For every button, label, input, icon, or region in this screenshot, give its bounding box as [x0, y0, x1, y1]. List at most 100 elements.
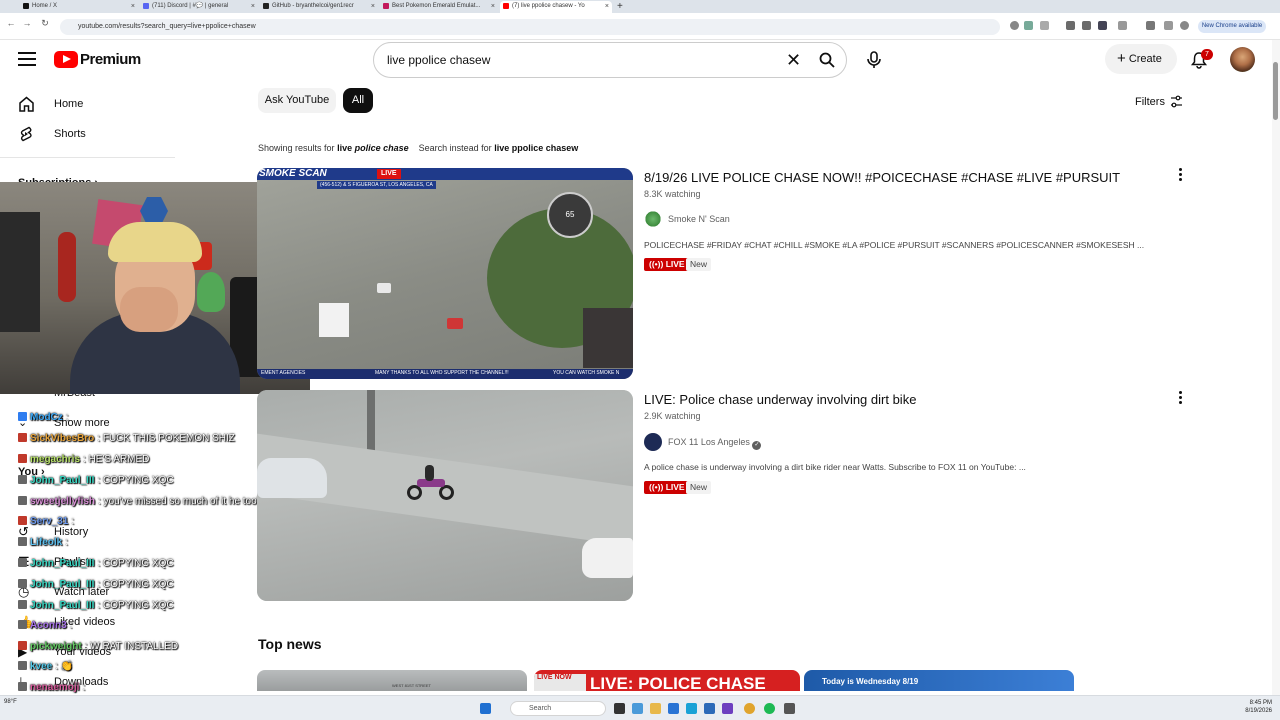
close-tab-icon[interactable]: ×	[131, 1, 135, 12]
file-explorer-icon[interactable]	[650, 703, 661, 714]
chrome-icon[interactable]	[744, 703, 755, 714]
bookmark-star-icon[interactable]	[1040, 21, 1049, 30]
new-tab-button[interactable]: +	[614, 1, 628, 13]
chat-message: ModCz:	[18, 412, 69, 423]
sidebar-item-home[interactable]: Home	[18, 93, 83, 115]
browser-tab-discord[interactable]: (711) Discord | #💬 | general ×	[140, 1, 258, 13]
corrected-query-link[interactable]: live police chase	[337, 143, 409, 153]
original-query-link[interactable]: live ppolice chasew	[494, 143, 578, 153]
app-icon[interactable]	[784, 703, 795, 714]
news-card[interactable]: Today is Wednesday 8/19	[804, 670, 1074, 691]
extension-icon[interactable]	[1098, 21, 1107, 30]
edge-icon[interactable]	[668, 703, 679, 714]
clear-search-icon[interactable]: ✕	[786, 51, 801, 69]
scrollbar-thumb[interactable]	[1273, 62, 1278, 120]
channel-avatar[interactable]	[644, 433, 662, 451]
filters-sliders-icon[interactable]	[1170, 95, 1183, 108]
video-description: A police chase is underway involving a d…	[644, 462, 1026, 472]
chat-text: : COPYING XQC	[97, 579, 174, 590]
browser-tab-github[interactable]: GitHub - bryanthelcoi/gen1recr ×	[260, 1, 378, 13]
search-box[interactable]: live ppolice chasew ✕	[373, 42, 847, 78]
reload-icon[interactable]: ↻	[38, 18, 52, 29]
chat-username: Serv_31	[30, 516, 69, 527]
chat-message: John_Paul_III: COPYING XQC	[18, 600, 174, 611]
car	[377, 283, 391, 293]
white-car	[582, 538, 633, 578]
chat-message: Serv_31:	[18, 516, 74, 527]
back-arrow-icon[interactable]: ←	[4, 18, 18, 28]
microphone-icon[interactable]	[866, 51, 882, 69]
profile-icon[interactable]	[1164, 21, 1173, 30]
live-badge: ((•)) LIVE	[644, 258, 690, 271]
app-icon[interactable]	[704, 703, 715, 714]
close-tab-icon[interactable]: ×	[371, 1, 375, 12]
chat-text: : HE'S ARMED	[83, 454, 150, 465]
extensions-puzzle-icon[interactable]	[1118, 21, 1127, 30]
close-tab-icon[interactable]: ×	[605, 1, 609, 12]
extension-icon[interactable]	[1082, 21, 1091, 30]
channel-name[interactable]: Smoke N' Scan	[668, 214, 730, 224]
guitar	[58, 232, 76, 302]
extension-icon[interactable]	[1066, 21, 1075, 30]
chat-badge-icon	[18, 537, 27, 546]
system-clock[interactable]: 8:45 PM 8/19/2026	[1232, 699, 1272, 715]
chat-badge-icon	[18, 661, 27, 670]
taskbar-search[interactable]: Search	[510, 701, 606, 716]
app-icon[interactable]	[686, 703, 697, 714]
more-options-icon[interactable]	[1177, 168, 1183, 182]
cast-icon[interactable]	[1024, 21, 1033, 30]
chat-message: kvee: 👏	[18, 661, 73, 672]
update-chrome-button[interactable]: New Chrome available	[1198, 20, 1266, 33]
streamer-hair	[108, 222, 202, 262]
chat-username: John_Paul_III	[30, 475, 95, 486]
video-thumbnail[interactable]	[257, 390, 633, 601]
download-icon[interactable]	[1146, 21, 1155, 30]
close-tab-icon[interactable]: ×	[251, 1, 255, 12]
video-title[interactable]: LIVE: Police chase underway involving di…	[644, 392, 1144, 407]
channel-avatar[interactable]	[644, 210, 662, 228]
browser-tab-pokemon[interactable]: Best Pokemon Emerald Emulat... ×	[380, 1, 498, 13]
hamburger-menu-icon[interactable]	[18, 52, 36, 66]
channel-name[interactable]: FOX 11 Los Angeles ✓	[668, 437, 762, 450]
weather-widget[interactable]: 98°F	[4, 699, 17, 705]
x-logo-icon	[23, 3, 29, 9]
widgets-icon[interactable]	[632, 703, 643, 714]
account-avatar[interactable]	[1230, 47, 1255, 72]
media-icon[interactable]	[1010, 21, 1019, 30]
youtube-premium-brand[interactable]: Premium	[80, 51, 141, 68]
browser-tab-x[interactable]: Home / X ×	[20, 1, 138, 13]
chat-badge-icon	[18, 433, 27, 442]
forward-arrow-icon[interactable]: →	[20, 18, 34, 28]
task-view-icon[interactable]	[614, 703, 625, 714]
spotify-icon[interactable]	[764, 703, 775, 714]
chat-text: : COPYING XQC	[97, 475, 174, 486]
filters-button[interactable]: Filters	[1135, 96, 1165, 108]
close-tab-icon[interactable]: ×	[491, 1, 495, 12]
video-title[interactable]: 8/19/26 LIVE POLICE CHASE NOW!! #POICECH…	[644, 170, 1144, 185]
app-icon[interactable]	[722, 703, 733, 714]
video-thumbnail[interactable]: 65 SMOKE SCAN LIVE (456-512) & S FIGUERO…	[257, 168, 633, 379]
youtube-logo-icon[interactable]	[54, 51, 78, 68]
chat-username: John_Paul_III	[30, 558, 95, 569]
more-options-icon[interactable]	[1177, 391, 1183, 405]
white-car	[257, 458, 327, 498]
browser-tab-youtube[interactable]: (7) live ppolice chasew - Yo ×	[500, 1, 612, 13]
news-card[interactable]: WEST 81ST STREET	[257, 670, 527, 691]
account-icon[interactable]	[1180, 21, 1189, 30]
video-viewers: 8.3K watching	[644, 189, 701, 199]
page-scrollbar[interactable]	[1272, 40, 1280, 695]
create-button[interactable]: + Create	[1105, 44, 1177, 74]
search-input[interactable]: live ppolice chasew	[387, 53, 490, 67]
sidebar-item-shorts[interactable]: Shorts	[18, 123, 86, 145]
site-favicon-icon	[383, 3, 389, 9]
news-card[interactable]: LIVE NOW LIVE: POLICE CHASE	[534, 670, 800, 691]
discord-icon	[143, 3, 149, 9]
address-bar[interactable]: youtube.com/results?search_query=live+pp…	[60, 19, 1000, 35]
chip-ask-youtube[interactable]: Ask YouTube	[258, 88, 336, 113]
chat-username: megachris	[30, 454, 81, 465]
search-icon[interactable]	[819, 52, 835, 68]
chat-text: :	[65, 412, 69, 423]
chip-all[interactable]: All	[343, 88, 373, 113]
chat-username: sweetjellyfish	[30, 496, 96, 507]
windows-start-icon[interactable]	[480, 703, 491, 714]
